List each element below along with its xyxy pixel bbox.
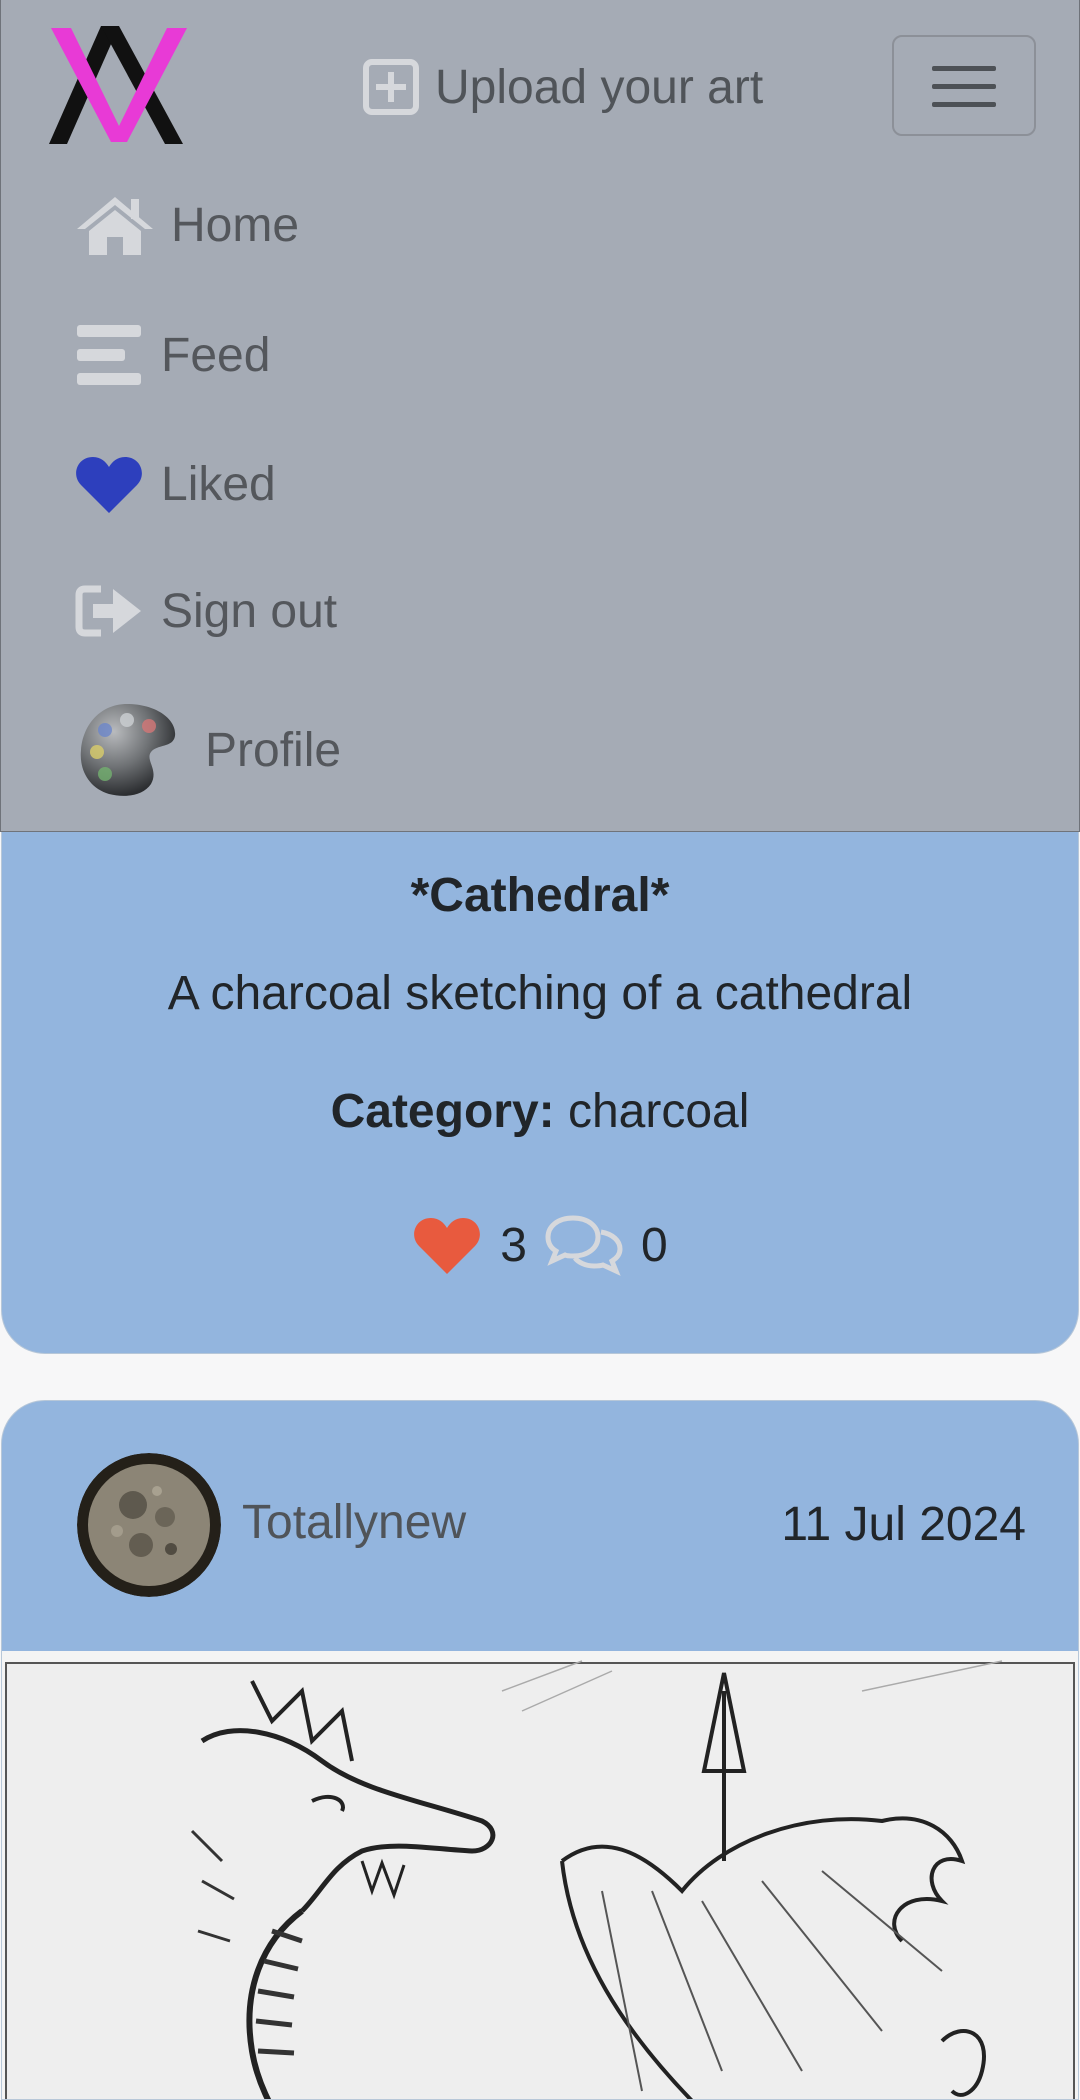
nav-liked-label: Liked [161, 457, 276, 511]
nav-sign-out-label: Sign out [161, 584, 338, 638]
post-description: A charcoal sketching of a cathedral [167, 967, 913, 1020]
home-icon [77, 197, 153, 255]
nav-profile-label: Profile [205, 723, 342, 777]
nav-home-label: Home [171, 198, 300, 252]
nav-item-profile[interactable]: Profile [75, 698, 341, 802]
post-card: Totallynew 11 Jul 2024 [1, 1400, 1079, 2100]
comments-icon[interactable] [545, 1214, 623, 1276]
comment-count: 0 [641, 1218, 668, 1272]
nav-item-liked[interactable]: Liked [75, 453, 276, 515]
feed-icon [77, 325, 141, 385]
upload-art-link[interactable]: Upload your art [363, 52, 763, 122]
nav-feed-label: Feed [161, 328, 271, 382]
site-logo[interactable] [49, 26, 189, 146]
hamburger-icon [932, 65, 996, 107]
post-category: Category: charcoal [2, 1084, 1078, 1139]
palette-avatar [80, 704, 176, 796]
post-date: 11 Jul 2024 [781, 1498, 1026, 1551]
navbar: Upload your art Home Feed Liked Sign out… [0, 0, 1080, 832]
post-card: *Cathedral* A charcoal sketching of a ca… [1, 832, 1079, 1354]
plus-square-icon [363, 59, 419, 115]
heart-icon [76, 457, 142, 513]
author-avatar[interactable] [77, 1453, 221, 1597]
nav-item-home[interactable]: Home [75, 193, 299, 257]
post-stats: 3 0 [2, 1214, 1078, 1276]
upload-art-label: Upload your art [435, 60, 764, 114]
nav-item-sign-out[interactable]: Sign out [75, 583, 337, 639]
artwork-image[interactable] [2, 1651, 1079, 2100]
like-count: 3 [500, 1218, 527, 1272]
category-label: Category: [330, 1085, 555, 1138]
author-name[interactable]: Totallynew [242, 1495, 466, 1550]
category-value: charcoal [567, 1085, 750, 1138]
post-title[interactable]: *Cathedral* [2, 868, 1078, 923]
like-heart-icon[interactable] [412, 1214, 482, 1276]
nav-item-feed[interactable]: Feed [75, 323, 270, 387]
sign-out-icon [75, 585, 141, 637]
menu-toggle-button[interactable] [892, 35, 1036, 136]
